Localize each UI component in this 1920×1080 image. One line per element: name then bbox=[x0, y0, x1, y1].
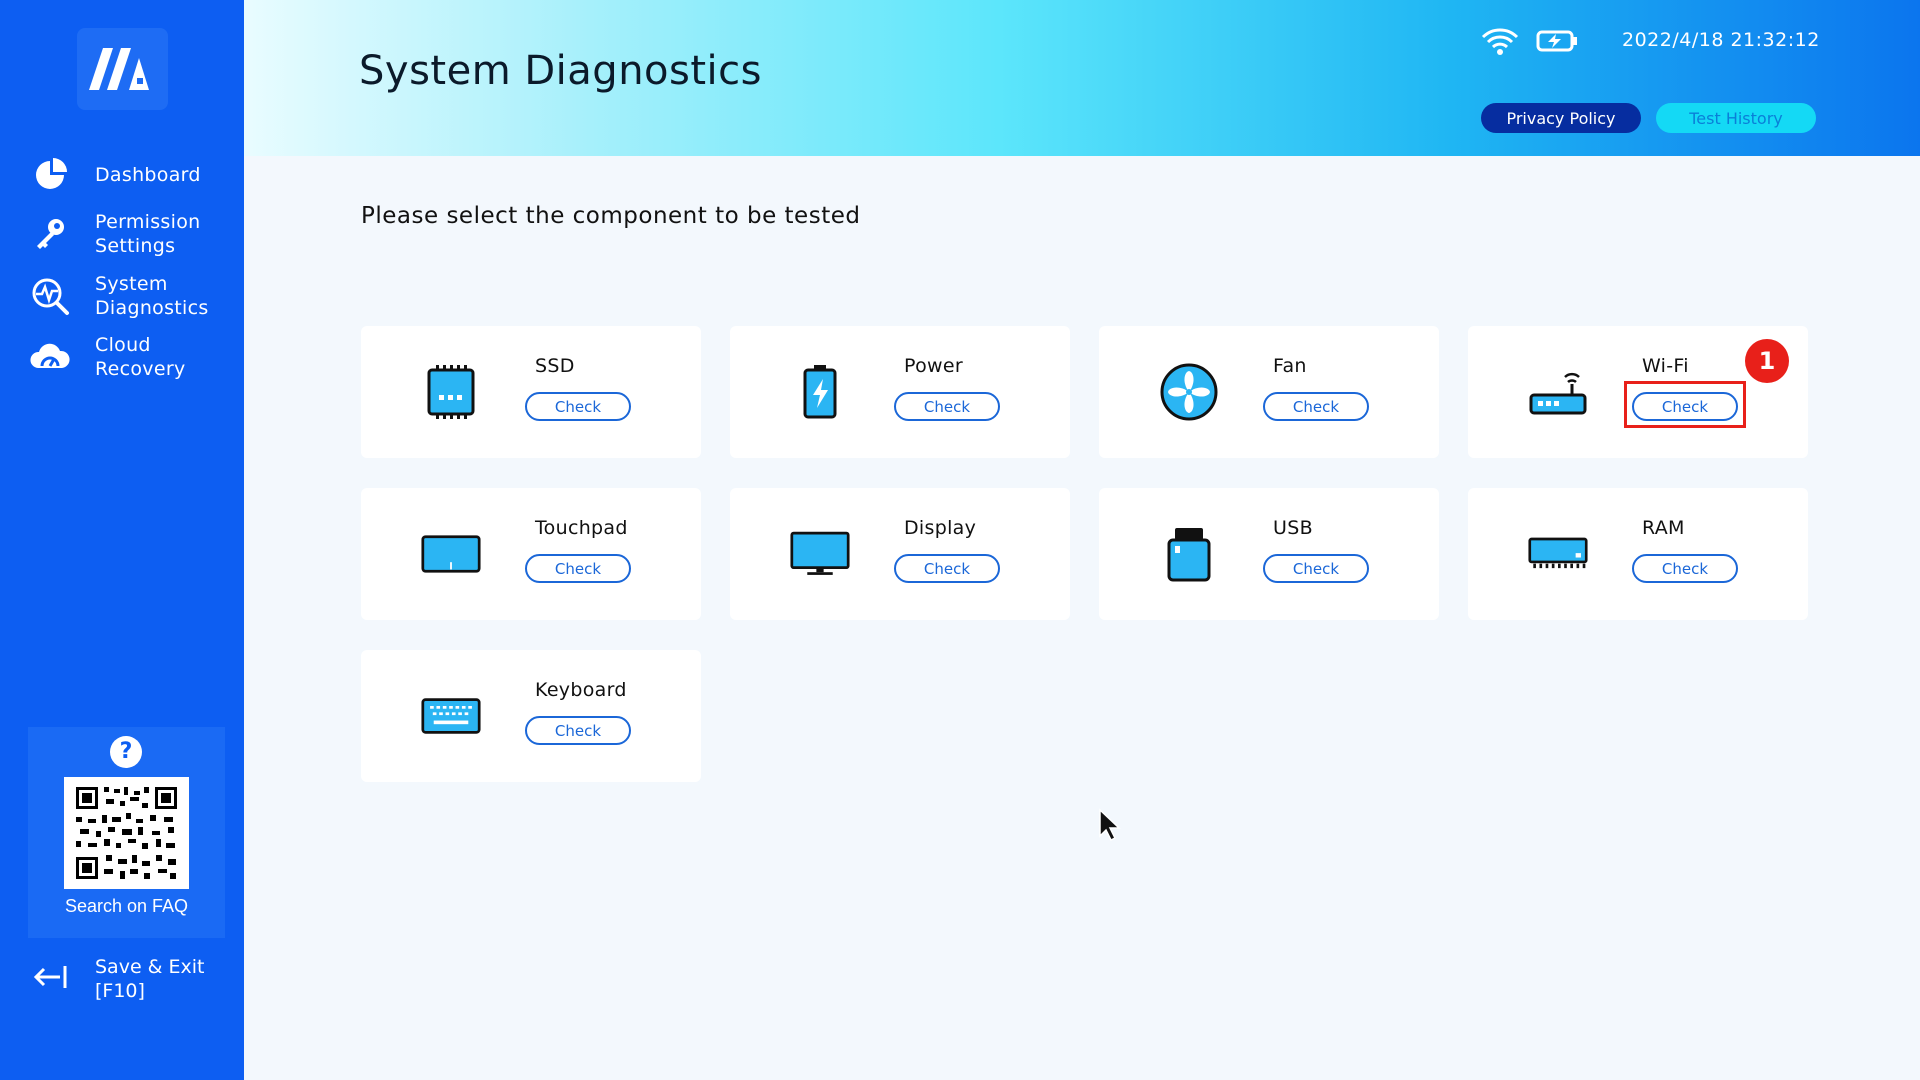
page-title: System Diagnostics bbox=[359, 48, 762, 94]
component-name: Touchpad bbox=[535, 517, 628, 539]
qr-code[interactable] bbox=[64, 777, 189, 889]
key-icon bbox=[30, 214, 70, 254]
sidebar-item-label: System Diagnostics bbox=[95, 273, 209, 319]
check-button-ssd[interactable]: Check bbox=[525, 392, 631, 421]
datetime: 2022/4/18 21:32:12 bbox=[1622, 29, 1820, 51]
component-card-ssd: SSD Check bbox=[361, 326, 701, 458]
check-button-power[interactable]: Check bbox=[894, 392, 1000, 421]
fan-icon bbox=[1159, 362, 1219, 422]
exit-arrow-icon bbox=[30, 962, 70, 996]
check-button-usb[interactable]: Check bbox=[1263, 554, 1369, 583]
save-exit-label: Save & Exit [F10] bbox=[95, 956, 205, 1002]
faq-panel: ? Search on FAQ bbox=[28, 727, 225, 938]
keyboard-icon bbox=[421, 686, 481, 746]
diagnostics-icon bbox=[30, 276, 70, 316]
component-name: SSD bbox=[535, 355, 575, 377]
component-card-usb: USB Check bbox=[1099, 488, 1439, 620]
component-card-touchpad: Touchpad Check bbox=[361, 488, 701, 620]
component-card-fan: Fan Check bbox=[1099, 326, 1439, 458]
ram-icon bbox=[1528, 524, 1588, 584]
sidebar-item-system-diagnostics[interactable]: System Diagnostics bbox=[30, 272, 240, 320]
touchpad-icon bbox=[421, 524, 481, 584]
mouse-cursor-icon bbox=[1098, 808, 1124, 846]
pie-chart-icon bbox=[30, 155, 70, 195]
step-badge: 1 bbox=[1745, 339, 1789, 383]
highlight-box bbox=[1624, 381, 1746, 428]
component-card-power: Power Check bbox=[730, 326, 1070, 458]
faq-label: Search on FAQ bbox=[64, 896, 189, 916]
check-button-ram[interactable]: Check bbox=[1632, 554, 1738, 583]
check-button-touchpad[interactable]: Check bbox=[525, 554, 631, 583]
component-name: Wi-Fi bbox=[1642, 355, 1689, 377]
component-card-keyboard: Keyboard Check bbox=[361, 650, 701, 782]
sidebar-item-label: Permission Settings bbox=[95, 211, 201, 257]
test-history-button[interactable]: Test History bbox=[1656, 103, 1816, 133]
save-exit-button[interactable]: Save & Exit [F10] bbox=[30, 955, 205, 1003]
component-card-ram: RAM Check bbox=[1468, 488, 1808, 620]
ssd-icon bbox=[421, 362, 481, 422]
check-button-keyboard[interactable]: Check bbox=[525, 716, 631, 745]
sidebar-item-label: Cloud Recovery bbox=[95, 334, 186, 380]
sidebar: Dashboard Permission Settings System Dia… bbox=[0, 0, 244, 1080]
cloud-icon bbox=[30, 337, 70, 377]
status-icons bbox=[1480, 26, 1580, 60]
sidebar-item-permission-settings[interactable]: Permission Settings bbox=[30, 210, 240, 258]
router-icon bbox=[1528, 362, 1588, 422]
brand-logo bbox=[77, 28, 168, 110]
usb-icon bbox=[1159, 524, 1219, 584]
component-name: USB bbox=[1273, 517, 1313, 539]
component-name: Fan bbox=[1273, 355, 1307, 377]
privacy-policy-button[interactable]: Privacy Policy bbox=[1481, 103, 1641, 133]
battery-charging-icon bbox=[1536, 29, 1580, 57]
check-button-fan[interactable]: Check bbox=[1263, 392, 1369, 421]
monitor-icon bbox=[790, 524, 850, 584]
component-name: Display bbox=[904, 517, 977, 539]
sidebar-item-cloud-recovery[interactable]: Cloud Recovery bbox=[30, 333, 240, 381]
check-button-display[interactable]: Check bbox=[894, 554, 1000, 583]
wifi-icon bbox=[1480, 26, 1520, 60]
component-card-display: Display Check bbox=[730, 488, 1070, 620]
instruction-text: Please select the component to be tested bbox=[361, 203, 861, 229]
component-name: Keyboard bbox=[535, 679, 627, 701]
sidebar-item-label: Dashboard bbox=[95, 164, 201, 186]
battery-icon bbox=[790, 362, 850, 422]
header-banner: System Diagnostics 2022/4/18 21:32:12 Pr… bbox=[244, 0, 1920, 156]
component-name: RAM bbox=[1642, 517, 1685, 539]
sidebar-item-dashboard[interactable]: Dashboard bbox=[30, 155, 240, 195]
help-icon[interactable]: ? bbox=[110, 736, 142, 768]
component-name: Power bbox=[904, 355, 963, 377]
